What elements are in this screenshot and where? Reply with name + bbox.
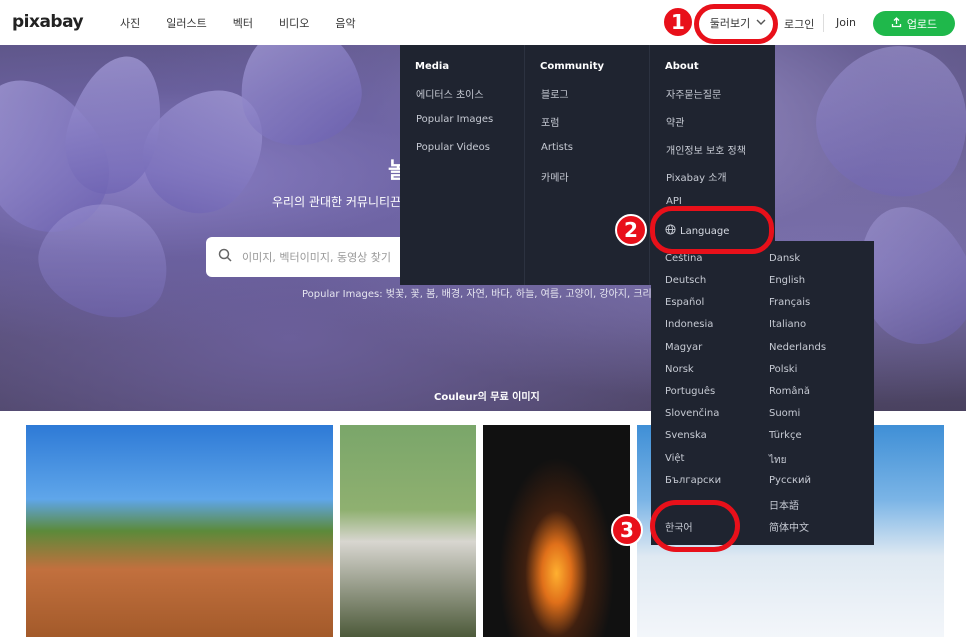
- upload-icon: [891, 16, 902, 31]
- menu-column-community: Community 블로그 포럼 Artists 카메라: [525, 45, 650, 285]
- callout-ring-explore: [694, 4, 778, 44]
- menu-heading-about: About: [665, 61, 699, 72]
- language-option[interactable]: English: [769, 275, 805, 286]
- language-option[interactable]: Nederlands: [769, 342, 826, 353]
- language-option[interactable]: Čeština: [665, 253, 703, 264]
- upload-label: 업로드: [906, 17, 938, 31]
- top-header: pixabay 사진 일러스트 벡터 비디오 음악 둘러보기 로그인 Join …: [0, 0, 966, 45]
- menu-item[interactable]: 포럼: [541, 114, 559, 129]
- language-option[interactable]: Italiano: [769, 319, 806, 330]
- language-option[interactable]: Slovenčina: [665, 408, 719, 419]
- nav-photos[interactable]: 사진: [120, 15, 140, 31]
- menu-item[interactable]: Popular Videos: [416, 142, 490, 153]
- language-option[interactable]: 简体中文: [769, 519, 809, 534]
- language-option[interactable]: Español: [665, 297, 704, 308]
- menu-item[interactable]: Pixabay 소개: [666, 169, 727, 184]
- join-link[interactable]: Join: [836, 16, 856, 29]
- language-option[interactable]: Български: [665, 475, 721, 486]
- menu-heading-media: Media: [415, 61, 450, 72]
- search-icon: [218, 248, 232, 266]
- language-option[interactable]: Suomi: [769, 408, 800, 419]
- language-option[interactable]: 日本語: [769, 497, 799, 512]
- upload-button[interactable]: 업로드: [873, 11, 955, 36]
- hero-image-credit[interactable]: Couleur의 무료 이미지: [434, 388, 540, 403]
- language-option[interactable]: Svenska: [665, 430, 707, 441]
- menu-item[interactable]: Artists: [541, 142, 573, 153]
- menu-item[interactable]: 카메라: [541, 169, 569, 184]
- search-input[interactable]: 이미지, 벡터이미지, 동영상 찾기: [242, 249, 391, 265]
- hero-subtitle: 우리의 관대한 커뮤니티끈: [272, 195, 402, 209]
- image-thumbnail-town[interactable]: [26, 425, 333, 637]
- main-nav: 사진 일러스트 벡터 비디오 음악: [120, 0, 382, 45]
- callout-ring-language: [650, 206, 774, 254]
- menu-item[interactable]: 에디터스 초이스: [416, 86, 484, 101]
- nav-videos[interactable]: 비디오: [279, 15, 309, 31]
- header-divider: [823, 14, 824, 32]
- language-option[interactable]: Português: [665, 386, 715, 397]
- page: pixabay 사진 일러스트 벡터 비디오 음악 둘러보기 로그인 Join …: [0, 0, 966, 637]
- menu-item[interactable]: 자주묻는질문: [666, 86, 721, 101]
- language-option[interactable]: Română: [769, 386, 810, 397]
- menu-item[interactable]: 블로그: [541, 86, 569, 101]
- callout-ring-korean: [650, 500, 740, 552]
- login-link[interactable]: 로그인: [784, 16, 814, 32]
- language-option[interactable]: Deutsch: [665, 275, 706, 286]
- callout-badge-3: 3: [611, 514, 643, 546]
- language-option[interactable]: ไทย: [769, 453, 786, 468]
- language-option[interactable]: Türkçe: [769, 430, 802, 441]
- callout-badge-2: 2: [615, 214, 647, 246]
- language-option[interactable]: Norsk: [665, 364, 694, 375]
- popular-images-tags: Popular Images: 벚꽃, 꽃, 봄, 배경, 자연, 바다, 하늘…: [302, 289, 680, 300]
- nav-illustrations[interactable]: 일러스트: [166, 15, 206, 31]
- menu-column-media: Media 에디터스 초이스 Popular Images Popular Vi…: [400, 45, 525, 285]
- language-option[interactable]: Indonesia: [665, 319, 713, 330]
- hero-flower-petal: [795, 45, 966, 220]
- menu-item[interactable]: 개인정보 보호 정책: [666, 142, 746, 157]
- language-option[interactable]: Polski: [769, 364, 797, 375]
- image-thumbnail-match-fire[interactable]: [483, 425, 630, 637]
- language-option[interactable]: Magyar: [665, 342, 702, 353]
- search-bar[interactable]: 이미지, 벡터이미지, 동영상 찾기: [206, 237, 402, 277]
- callout-badge-1: 1: [662, 6, 694, 38]
- language-option[interactable]: Việt: [665, 453, 684, 464]
- pixabay-logo[interactable]: pixabay: [12, 12, 84, 32]
- menu-heading-community: Community: [540, 61, 605, 72]
- image-thumbnail-dog-woman[interactable]: [340, 425, 476, 637]
- nav-music[interactable]: 음악: [335, 15, 355, 31]
- language-option[interactable]: Français: [769, 297, 810, 308]
- language-option[interactable]: Русский: [769, 475, 811, 486]
- menu-item[interactable]: 약관: [666, 114, 684, 129]
- nav-vectors[interactable]: 벡터: [233, 15, 253, 31]
- language-option[interactable]: Dansk: [769, 253, 800, 264]
- menu-item[interactable]: Popular Images: [416, 114, 493, 125]
